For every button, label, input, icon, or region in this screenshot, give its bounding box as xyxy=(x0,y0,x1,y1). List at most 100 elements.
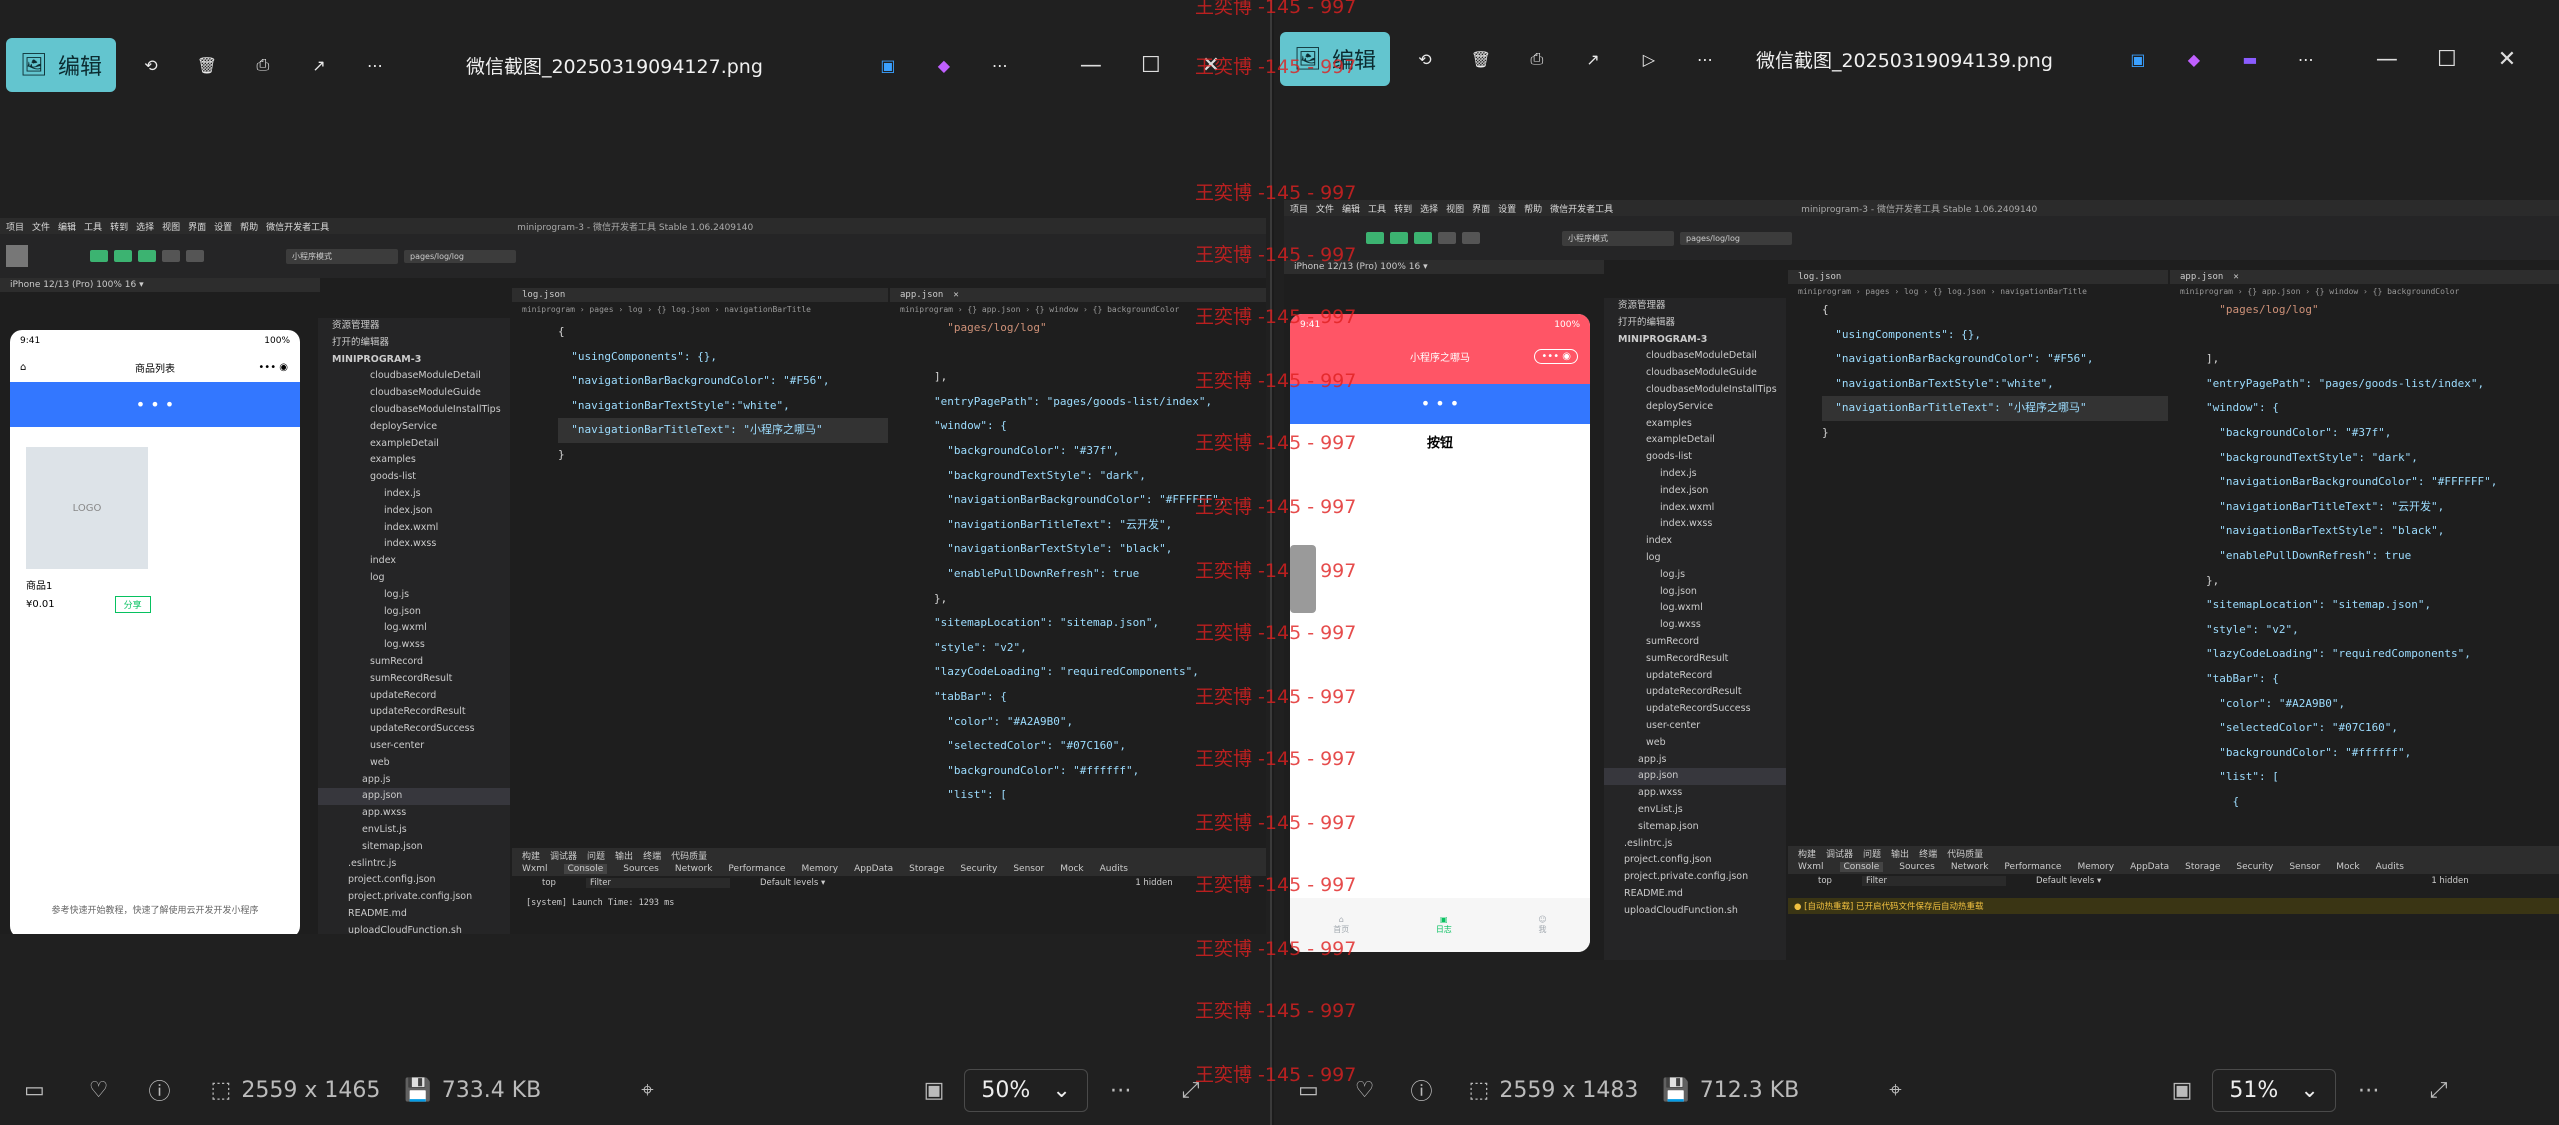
tree-item[interactable]: sumRecordResult xyxy=(318,671,510,688)
play-icon[interactable]: ▷ xyxy=(1628,38,1670,80)
console-tab[interactable]: 调试器 xyxy=(1826,847,1853,860)
tree-item[interactable]: sitemap.json xyxy=(318,839,510,856)
delete-icon[interactable]: 🗑 xyxy=(1460,38,1502,80)
minimize-icon[interactable]: — xyxy=(2357,47,2417,72)
fullscreen-icon[interactable]: ⤢ xyxy=(2430,1078,2448,1103)
favorite-icon[interactable]: ♡ xyxy=(89,1078,109,1103)
maximize-icon[interactable]: ☐ xyxy=(1121,53,1181,78)
mode-select[interactable]: 小程序模式 xyxy=(1562,230,1674,246)
tree-item[interactable]: log.wxss xyxy=(1604,617,1786,634)
menu-item[interactable]: 选择 xyxy=(1420,202,1438,215)
console-tab[interactable]: 问题 xyxy=(1863,847,1881,860)
context-select[interactable]: top xyxy=(1818,876,1832,886)
devtools-tab[interactable]: Audits xyxy=(1100,864,1128,874)
console-tab[interactable]: 构建 xyxy=(1798,847,1816,860)
menu-item[interactable]: 转到 xyxy=(1394,202,1412,215)
close-icon[interactable]: ✕ xyxy=(2477,47,2537,72)
tree-item[interactable]: sumRecord xyxy=(318,654,510,671)
capsule-menu-icon[interactable]: ••• ◉ xyxy=(258,362,288,373)
console-tab[interactable]: 调试器 xyxy=(550,849,577,862)
tree-item[interactable]: log.js xyxy=(1604,567,1786,584)
tree-item[interactable]: app.js xyxy=(318,772,510,789)
tree-item[interactable]: index xyxy=(318,553,510,570)
devtools-tab[interactable]: Sources xyxy=(623,864,659,874)
visual-button[interactable] xyxy=(1438,232,1456,244)
tree-item[interactable]: index.json xyxy=(318,503,510,520)
devtools-tab[interactable]: Security xyxy=(960,864,997,874)
more-icon[interactable]: ⋯ xyxy=(2285,38,2327,80)
simulator-button[interactable] xyxy=(1366,232,1384,244)
console-tab[interactable]: 问题 xyxy=(587,849,605,862)
tree-item[interactable]: project.private.config.json xyxy=(318,889,510,906)
more-icon[interactable]: ⋯ xyxy=(1684,38,1726,80)
devtools-tab[interactable]: Security xyxy=(2236,862,2273,872)
panel-resize-handle[interactable] xyxy=(1290,545,1316,613)
tree-item[interactable]: updateRecordResult xyxy=(1604,684,1786,701)
tree-item[interactable]: cloudbaseModuleInstallTips xyxy=(1604,382,1786,399)
filter-input[interactable]: Filter xyxy=(1861,876,2006,886)
zoom-select[interactable]: 51% ⌄ xyxy=(2212,1068,2336,1112)
editor-app-json[interactable]: app.json ✕ miniprogram › {} app.json › {}… xyxy=(2170,270,2559,838)
tree-item[interactable]: user-center xyxy=(318,738,510,755)
visual-search-icon[interactable]: ⌖ xyxy=(1889,1078,1901,1103)
menu-item[interactable]: 帮助 xyxy=(240,220,258,233)
console-tab[interactable]: 代码质量 xyxy=(671,849,707,862)
tree-item[interactable]: envList.js xyxy=(1604,802,1786,819)
tree-item-selected[interactable]: app.json xyxy=(318,788,510,806)
tree-item[interactable]: log.json xyxy=(1604,584,1786,601)
more-icon[interactable]: ⋯ xyxy=(979,44,1021,86)
tree-item[interactable]: cloudbaseModuleInstallTips xyxy=(318,402,510,419)
devtools-tab[interactable]: Console xyxy=(1839,862,1884,872)
tree-item[interactable]: web xyxy=(1604,735,1786,752)
tree-item[interactable]: sumRecord xyxy=(1604,634,1786,651)
menu-item[interactable]: 视图 xyxy=(162,220,180,233)
menu-item[interactable]: 工具 xyxy=(84,220,102,233)
levels-select[interactable]: Default levels ▾ xyxy=(760,878,825,888)
rotate-icon[interactable]: ⟲ xyxy=(130,44,172,86)
tab-log-json[interactable]: log.json xyxy=(1798,272,1841,282)
devtools-tab[interactable]: Network xyxy=(675,864,713,874)
menu-item[interactable]: 编辑 xyxy=(58,220,76,233)
devtools-tab[interactable]: Sensor xyxy=(1013,864,1044,874)
tree-item[interactable]: updateRecordResult xyxy=(318,704,510,721)
tree-item[interactable]: log.wxml xyxy=(1604,600,1786,617)
tree-item[interactable]: index.wxss xyxy=(318,536,510,553)
devtools-tab[interactable]: Mock xyxy=(2336,862,2359,872)
menu-item[interactable]: 帮助 xyxy=(1524,202,1542,215)
tree-item[interactable]: web xyxy=(318,755,510,772)
tree-item[interactable]: goods-list xyxy=(1604,449,1786,466)
tree-item[interactable]: cloudbaseModuleDetail xyxy=(318,368,510,385)
menu-item[interactable]: 转到 xyxy=(110,220,128,233)
favorite-icon[interactable]: ♡ xyxy=(1355,1078,1375,1103)
menu-item[interactable]: 设置 xyxy=(214,220,232,233)
menu-item[interactable]: 微信开发者工具 xyxy=(266,220,329,233)
simulator-button[interactable] xyxy=(90,250,108,262)
clipchamp-icon[interactable]: ▬ xyxy=(2229,38,2271,80)
devtools-tab[interactable]: Wxml xyxy=(1798,862,1824,872)
tree-item[interactable]: app.wxss xyxy=(318,805,510,822)
editor-button[interactable] xyxy=(114,250,132,262)
devtools-tab[interactable]: AppData xyxy=(854,864,893,874)
tree-item[interactable]: project.config.json xyxy=(1604,852,1786,869)
tree-item[interactable]: sitemap.json xyxy=(1604,819,1786,836)
capsule-menu-icon[interactable]: ••• ◉ xyxy=(1534,348,1578,364)
devtools-tab[interactable]: Console xyxy=(563,864,608,874)
cloud-button[interactable] xyxy=(1462,232,1480,244)
devtools-tab[interactable]: Performance xyxy=(2004,862,2061,872)
devtools-tab[interactable]: Performance xyxy=(728,864,785,874)
edit-button[interactable]: 🖼 编辑 xyxy=(6,38,116,92)
tree-root[interactable]: MINIPROGRAM-3 xyxy=(318,352,510,369)
device-select[interactable]: iPhone 12/13 (Pro) 100% 16 ▾ xyxy=(10,280,144,290)
devtools-tab[interactable]: Mock xyxy=(1060,864,1083,874)
menu-item[interactable]: 选择 xyxy=(136,220,154,233)
tree-item[interactable]: app.wxss xyxy=(1604,785,1786,802)
filter-input[interactable]: Filter xyxy=(585,878,730,888)
print-icon[interactable]: ⎙ xyxy=(1516,38,1558,80)
editor-button[interactable] xyxy=(1390,232,1408,244)
tree-item[interactable]: log xyxy=(318,570,510,587)
tree-item[interactable]: app.js xyxy=(1604,752,1786,769)
context-select[interactable]: top xyxy=(542,878,556,888)
tree-item[interactable]: deployService xyxy=(1604,399,1786,416)
tree-item[interactable]: log.wxss xyxy=(318,637,510,654)
print-icon[interactable]: ⎙ xyxy=(242,44,284,86)
